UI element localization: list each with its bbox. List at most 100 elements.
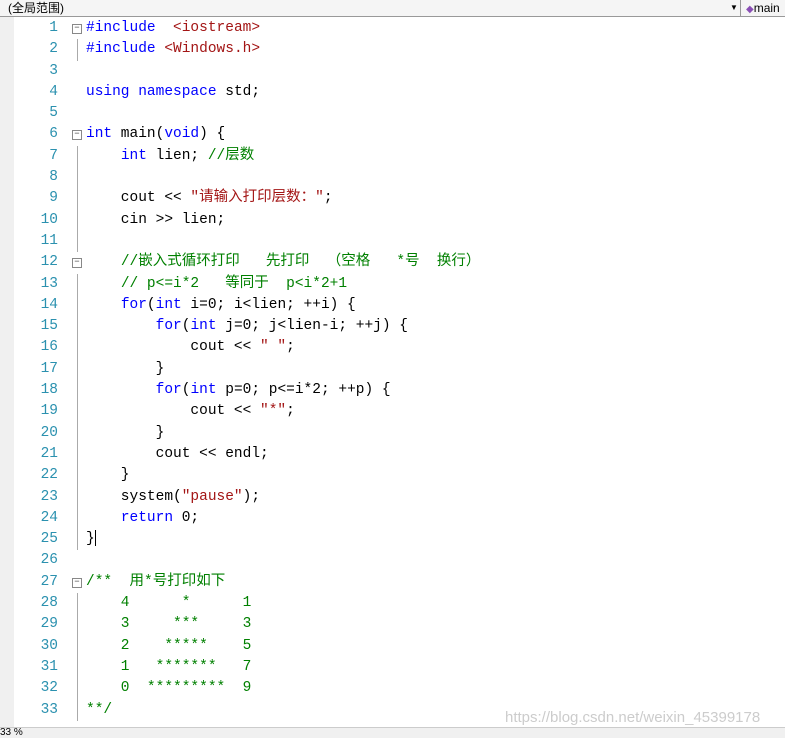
code-token: <Windows.h>	[164, 41, 261, 58]
line-number: 14	[40, 296, 58, 313]
fold-guide	[77, 678, 78, 700]
selection-margin	[0, 17, 14, 727]
code-token: for	[120, 296, 147, 313]
code-token: #include	[86, 20, 156, 36]
code-text: for(int j=0; j<lien-i; ++j) {	[86, 316, 408, 337]
line-number: 29	[40, 616, 58, 633]
line-number: 28	[40, 595, 58, 612]
code-token: for	[155, 318, 182, 335]
code-token: /** 用*号打印如下	[86, 573, 226, 590]
code-token: int	[190, 318, 217, 335]
divider	[740, 0, 741, 16]
code-token: );	[242, 488, 261, 505]
line-number: 11	[40, 232, 58, 249]
code-text: **/	[86, 700, 112, 721]
code-token: 1 ******* 7	[86, 658, 252, 675]
navigation-bar: (全局范围) ▼ ◆main	[0, 0, 785, 17]
code-token: 0 ********* 9	[86, 680, 252, 697]
code-token: for	[155, 382, 182, 399]
fold-guide	[77, 486, 78, 508]
fold-guide	[77, 529, 78, 551]
method-icon: ◆	[746, 4, 754, 15]
code-token: int	[120, 147, 147, 164]
fold-guide	[77, 401, 78, 423]
fold-guide	[77, 699, 78, 721]
fold-guide	[77, 337, 78, 359]
code-text: return 0;	[86, 508, 199, 529]
code-token: "*"	[260, 403, 287, 420]
code-text: cout << " ";	[86, 337, 295, 358]
code-token: ;	[323, 190, 333, 207]
code-token: cout <<	[86, 339, 261, 356]
code-token: ;	[286, 403, 295, 420]
code-text: }	[86, 359, 165, 380]
code-token: system(	[86, 488, 182, 505]
code-text: system("pause");	[86, 487, 260, 508]
fold-guide	[77, 167, 78, 189]
code-token: 0;	[173, 509, 200, 526]
code-token: (	[146, 296, 156, 313]
line-number: 7	[49, 147, 58, 164]
code-token: 3 *** 3	[86, 616, 252, 633]
code-token: cout <<	[86, 190, 191, 207]
code-token: //层数	[207, 147, 255, 164]
scope-dropdown[interactable]: (全局范围)	[8, 0, 64, 16]
code-token: i=0; i<lien; ++i) {	[181, 296, 356, 313]
code-token: using	[86, 83, 130, 100]
code-token: lien;	[146, 147, 208, 164]
code-token: return	[120, 509, 174, 526]
collapse-icon[interactable]: −	[72, 258, 82, 269]
code-text: 4 * 1	[86, 593, 252, 614]
code-token: "请输入打印层数："	[190, 190, 324, 207]
zoom-level[interactable]: 33 %	[0, 727, 23, 738]
line-number: 4	[49, 83, 58, 100]
fold-guide	[77, 273, 78, 295]
code-token: 4 * 1	[86, 595, 252, 612]
code-token: // p<=i*2 等同于 p<i*2+1	[120, 275, 348, 292]
function-label: main	[753, 1, 780, 15]
code-token: ) {	[199, 126, 226, 143]
fold-guide	[77, 39, 78, 61]
watermark: https://blog.csdn.net/weixin_45399178	[505, 709, 761, 726]
chevron-down-icon[interactable]: ▼	[730, 0, 738, 16]
code-token: ;	[286, 339, 295, 356]
fold-guide	[77, 507, 78, 530]
line-number: 3	[49, 62, 58, 79]
fold-guide	[77, 593, 78, 615]
fold-guide	[77, 316, 78, 338]
collapse-icon[interactable]: −	[72, 24, 82, 34]
code-token: <iostream>	[173, 20, 261, 36]
collapse-icon[interactable]: −	[72, 577, 82, 588]
code-token: int	[86, 126, 113, 143]
code-text: // p<=i*2 等同于 p<i*2+1	[86, 274, 347, 295]
fold-guide	[77, 145, 78, 168]
code-text: int main(void) {	[86, 124, 225, 145]
code-text: 2 ***** 5	[86, 636, 252, 657]
fold-guide	[77, 188, 78, 210]
collapse-icon[interactable]: −	[72, 130, 82, 141]
code-token: int	[155, 296, 182, 313]
code-token: }	[86, 424, 165, 441]
code-token: p=0; p<=i*2; ++p) {	[216, 382, 391, 399]
line-number: 15	[40, 318, 58, 335]
code-token: **/	[86, 701, 113, 718]
code-token: "pause"	[181, 488, 243, 505]
code-text: #include <Windows.h>	[86, 39, 260, 60]
code-token: }	[86, 467, 130, 484]
fold-guide	[77, 358, 78, 381]
code-token: void	[164, 126, 200, 143]
code-token: " "	[260, 339, 287, 356]
code-token: cout << endl;	[86, 445, 269, 462]
code-text: }	[86, 529, 96, 550]
line-number: 23	[40, 488, 58, 505]
fold-guide	[77, 230, 78, 253]
function-dropdown[interactable]: ◆main	[746, 0, 780, 18]
code-text: 1 ******* 7	[86, 657, 252, 678]
code-text: int lien; //层数	[86, 146, 254, 167]
code-text: cout << "请输入打印层数：";	[86, 188, 333, 209]
line-number: 8	[49, 169, 58, 186]
